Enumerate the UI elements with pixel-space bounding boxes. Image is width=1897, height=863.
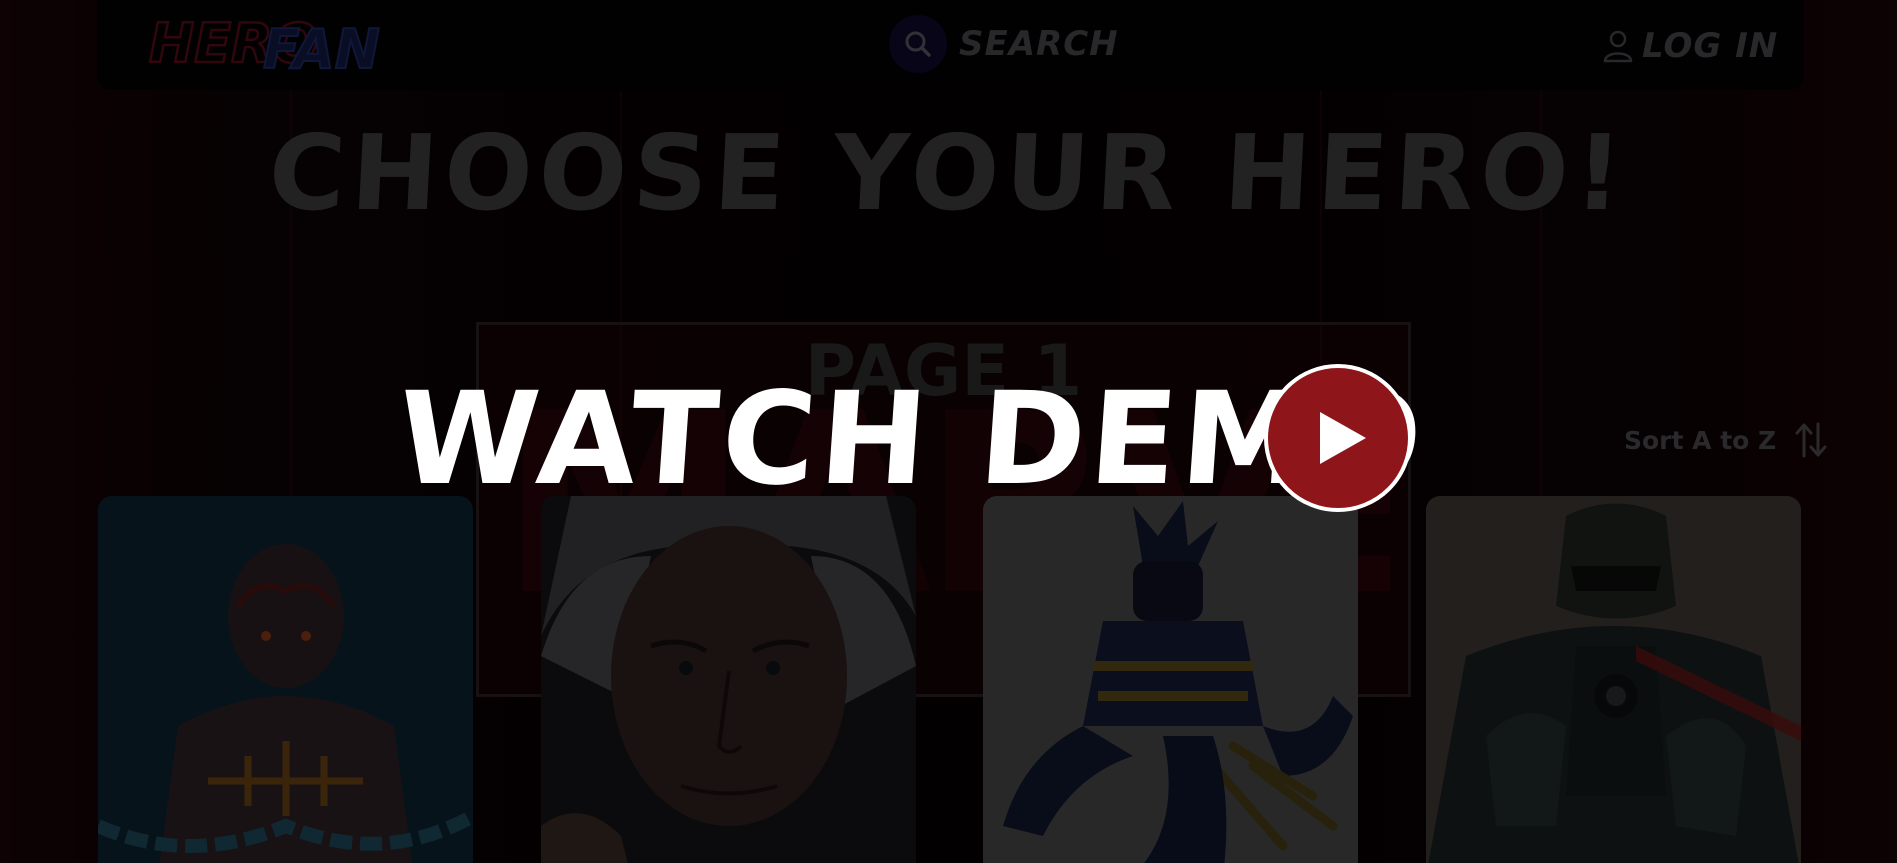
play-icon xyxy=(1320,412,1366,464)
demo-overlay: WATCH DEMO xyxy=(0,0,1897,863)
play-demo-button[interactable] xyxy=(1264,364,1412,512)
